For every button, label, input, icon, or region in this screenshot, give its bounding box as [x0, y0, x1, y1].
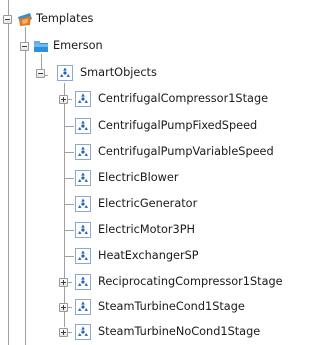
smart-object-icon	[75, 144, 91, 160]
smart-object-icon	[75, 118, 91, 134]
tree-node-label: Templates	[36, 12, 94, 25]
collapse-toggle[interactable]	[3, 15, 12, 24]
tree-node-label: ElectricBlower	[98, 171, 179, 184]
expand-toggle[interactable]	[59, 303, 68, 312]
smart-object-icon	[75, 299, 91, 315]
tree-node-label: HeatExchangerSP	[98, 249, 199, 262]
tree-node-label: ElectricGenerator	[98, 197, 198, 210]
tree-guide-line	[64, 178, 74, 179]
tree-node-label: SteamTurbineCond1Stage	[98, 300, 245, 313]
expand-toggle[interactable]	[59, 278, 68, 287]
tree-guide-line	[64, 126, 74, 127]
tree-guide-line	[64, 152, 74, 153]
smart-object-icon	[75, 222, 91, 238]
tree-node-label: Emerson	[53, 39, 103, 52]
tree-view: Templates Emerson SmartObjects Centrifug…	[0, 0, 289, 345]
tree-node-label: SteamTurbineNoCond1Stage	[98, 325, 261, 338]
folder-icon	[33, 38, 49, 54]
tree-node-label: CentrifugalPumpVariableSpeed	[98, 145, 274, 158]
smart-object-icon	[75, 170, 91, 186]
tree-node-label: CentrifugalCompressor1Stage	[98, 92, 269, 105]
smart-object-icon	[57, 65, 73, 81]
smart-object-icon	[75, 91, 91, 107]
tree-node-label: ElectricMotor3PH	[98, 223, 195, 236]
collapse-toggle[interactable]	[20, 42, 29, 51]
tree-node-label: SmartObjects	[80, 66, 157, 79]
expand-toggle[interactable]	[59, 328, 68, 337]
tree-guide-line	[64, 204, 74, 205]
templates-icon	[17, 11, 33, 27]
tree-node-label: ReciprocatingCompressor1Stage	[98, 275, 283, 288]
smart-object-icon	[75, 248, 91, 264]
tree-guide-line	[64, 256, 74, 257]
smart-object-icon	[75, 196, 91, 212]
tree-guide-line	[64, 230, 74, 231]
tree-guide-line	[25, 27, 26, 345]
expand-toggle[interactable]	[59, 95, 68, 104]
tree-node-label: CentrifugalPumpFixedSpeed	[98, 119, 258, 132]
tree-guide-line	[64, 83, 65, 327]
smart-object-icon	[75, 324, 91, 340]
smart-object-icon	[75, 274, 91, 290]
collapse-toggle[interactable]	[36, 69, 45, 78]
tree-guide-line	[8, 0, 9, 345]
